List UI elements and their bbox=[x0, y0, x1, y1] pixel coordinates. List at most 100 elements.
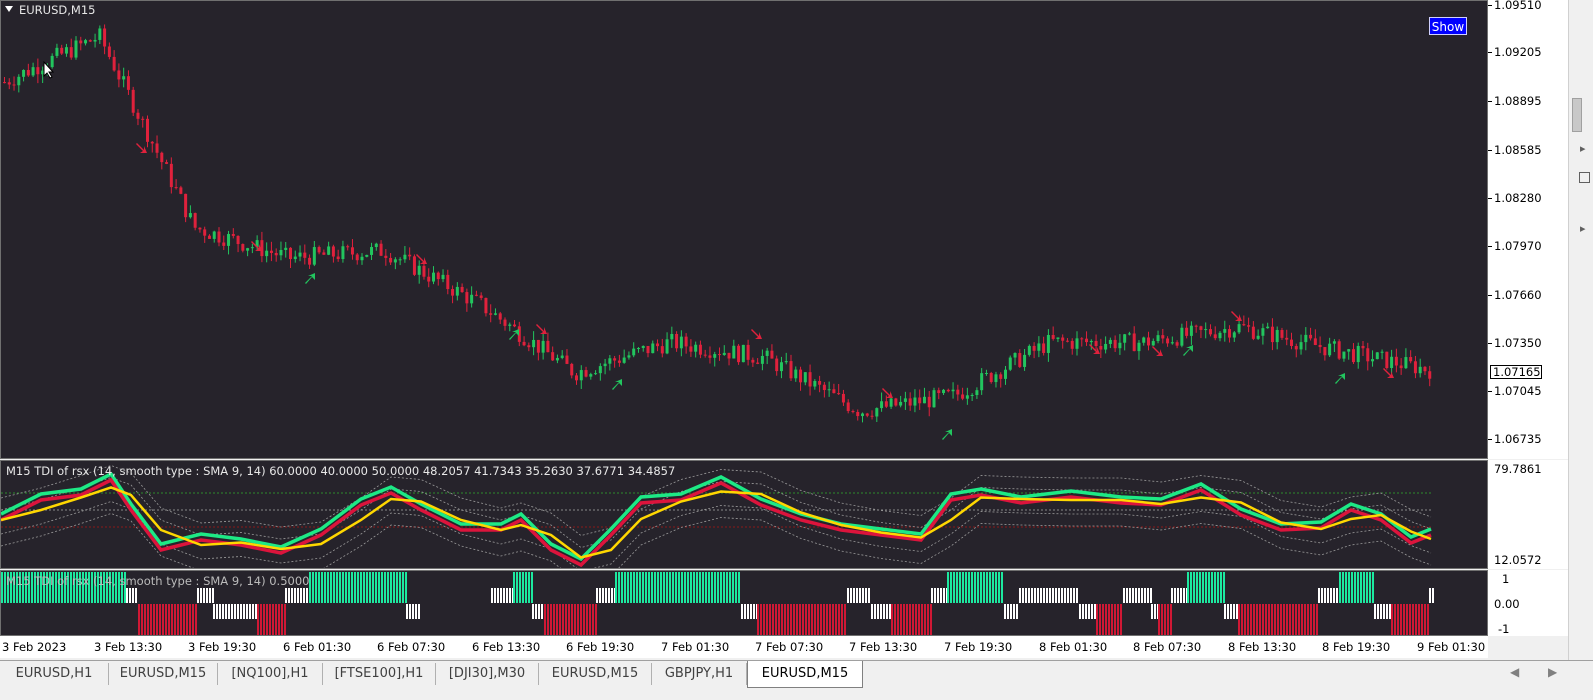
tab-eurusd-m15-active[interactable]: EURUSD,M15 bbox=[747, 661, 863, 688]
tab-eurusd-m15[interactable]: EURUSD,M15 bbox=[109, 663, 218, 685]
histogram-bar bbox=[284, 604, 286, 635]
candle-body bbox=[227, 234, 231, 246]
histogram-bar bbox=[642, 572, 644, 603]
main-chart-pane[interactable]: EURUSD,M15 Show bbox=[0, 0, 1488, 459]
histogram-bar bbox=[757, 604, 759, 635]
time-axis[interactable]: 3 Feb 2023 3 Feb 13:30 3 Feb 19:30 6 Feb… bbox=[0, 636, 1488, 658]
histogram-bar bbox=[992, 572, 994, 603]
candle-body bbox=[751, 359, 755, 363]
histogram-bar bbox=[1073, 588, 1075, 603]
histogram-bar bbox=[197, 588, 199, 603]
histogram-axis[interactable]: 1 0.00 -1 bbox=[1488, 570, 1568, 636]
candle-body bbox=[1032, 345, 1036, 351]
histogram-bar bbox=[312, 572, 314, 603]
candle-body bbox=[1189, 325, 1193, 336]
candle-body bbox=[489, 313, 493, 315]
histogram-bar bbox=[212, 588, 214, 603]
candle-body bbox=[1204, 329, 1208, 331]
tab-nq100-h1[interactable]: [NQ100],H1 bbox=[218, 663, 323, 685]
histogram-bar bbox=[1082, 604, 1084, 619]
candle-body bbox=[1004, 369, 1007, 379]
price-axis-label: 1.09205 bbox=[1494, 45, 1542, 59]
tab-eurusd-h1[interactable]: EURUSD,H1 bbox=[0, 663, 109, 685]
histogram-bar bbox=[1286, 604, 1288, 635]
price-axis-label: 1.08280 bbox=[1494, 191, 1542, 205]
vertical-scrollbar[interactable]: ▸ ▸ bbox=[1568, 0, 1593, 660]
candle-body bbox=[594, 373, 598, 375]
candle-body bbox=[327, 246, 331, 255]
scroll-arrow-icon[interactable]: ▸ bbox=[1580, 142, 1586, 155]
price-axis[interactable]: 1.09510 1.09205 1.08895 1.08585 1.08280 … bbox=[1488, 0, 1568, 459]
histogram-bar bbox=[147, 604, 149, 635]
candle-body bbox=[1218, 332, 1222, 339]
histogram-bar bbox=[1351, 572, 1353, 603]
tab-scroll-left-icon[interactable]: ◀ bbox=[1510, 665, 1519, 679]
candle-body bbox=[1213, 334, 1217, 339]
histogram-bar bbox=[1058, 588, 1060, 603]
histogram-bar bbox=[129, 588, 131, 603]
histogram-bar bbox=[345, 572, 347, 603]
candle-body bbox=[508, 324, 512, 326]
histogram-bar bbox=[838, 604, 840, 635]
candle-body bbox=[126, 76, 130, 90]
tab-scroll-right-icon[interactable]: ▶ bbox=[1548, 665, 1557, 679]
candle-body bbox=[64, 47, 68, 54]
tab-dji30-m30[interactable]: [DJI30],M30 bbox=[436, 663, 539, 685]
scroll-arrow-icon[interactable]: ▸ bbox=[1580, 222, 1586, 235]
sell-arrow-icon bbox=[1383, 368, 1394, 378]
histogram-bar bbox=[672, 572, 674, 603]
histogram-bar bbox=[702, 572, 704, 603]
histogram-bar bbox=[1397, 604, 1399, 635]
histogram-bar bbox=[1144, 588, 1146, 603]
histogram-bar bbox=[693, 572, 695, 603]
histogram-bar bbox=[883, 604, 885, 619]
candle-body bbox=[1113, 339, 1117, 349]
histogram-bar bbox=[708, 572, 710, 603]
show-button[interactable]: Show bbox=[1429, 17, 1467, 35]
candle-body bbox=[1008, 357, 1012, 370]
histogram-bar bbox=[203, 588, 205, 603]
candle-body bbox=[303, 252, 307, 258]
histogram-bar bbox=[1049, 588, 1051, 603]
candle-body bbox=[465, 292, 469, 304]
candle-body bbox=[551, 352, 555, 361]
window-restore-icon[interactable] bbox=[1579, 172, 1590, 183]
tdi-histogram-pane[interactable]: M15 TDI of rsx (14, smooth type : SMA 9,… bbox=[0, 570, 1488, 636]
histogram-bar bbox=[927, 604, 929, 635]
candle-body bbox=[627, 355, 631, 358]
candle-body bbox=[1170, 342, 1174, 344]
histogram-bar bbox=[790, 604, 792, 635]
candle-body bbox=[708, 355, 712, 358]
scrollbar-thumb[interactable] bbox=[1572, 98, 1582, 132]
tdi-lines-pane[interactable]: M15 TDI of rsx (14, smooth type : SMA 9,… bbox=[0, 460, 1488, 569]
collapse-triangle-icon[interactable] bbox=[5, 6, 13, 12]
histogram-bar bbox=[1055, 588, 1057, 603]
tdi-axis[interactable]: 79.7861 12.0572 bbox=[1488, 460, 1568, 569]
histogram-bar bbox=[1043, 588, 1045, 603]
histogram-bar bbox=[144, 604, 146, 635]
candle-body bbox=[293, 256, 297, 260]
histogram-bar bbox=[1400, 604, 1402, 635]
histogram-bar bbox=[937, 588, 939, 603]
histogram-bar bbox=[1108, 604, 1110, 635]
histogram-bar bbox=[339, 572, 341, 603]
candle-body bbox=[131, 89, 135, 113]
histogram-bar bbox=[814, 604, 816, 635]
candle-body bbox=[1242, 324, 1246, 326]
candle-body bbox=[1099, 346, 1103, 350]
sell-arrow-icon bbox=[1089, 344, 1100, 354]
histogram-bar bbox=[977, 572, 979, 603]
histogram-bar bbox=[342, 572, 344, 603]
candle-body bbox=[575, 375, 578, 381]
candle-body bbox=[865, 413, 869, 416]
candle-body bbox=[432, 272, 435, 282]
tab-eurusd-m15-2[interactable]: EURUSD,M15 bbox=[539, 663, 652, 685]
histogram-bar bbox=[769, 604, 771, 635]
tab-gbpjpy-h1[interactable]: GBPJPY,H1 bbox=[652, 663, 747, 685]
time-axis-label: 8 Feb 13:30 bbox=[1228, 640, 1297, 654]
tab-ftse100-h1[interactable]: [FTSE100],H1 bbox=[323, 663, 436, 685]
candle-body bbox=[713, 354, 717, 358]
candle-body bbox=[779, 362, 783, 372]
histogram-bar bbox=[1374, 604, 1376, 619]
histogram-bar bbox=[953, 572, 955, 603]
